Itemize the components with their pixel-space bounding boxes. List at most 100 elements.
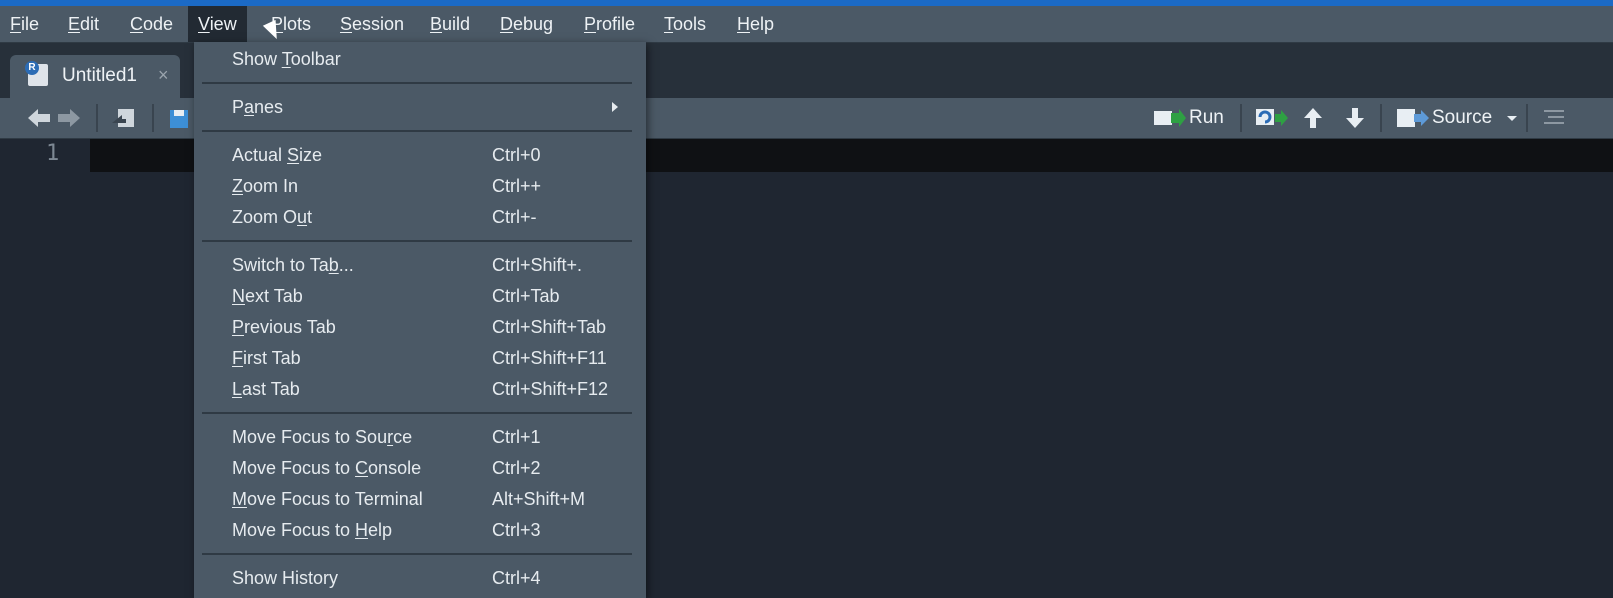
- menu-item-shortcut: Ctrl+0: [492, 145, 541, 165]
- label-mnemonic: C: [355, 458, 369, 478]
- label-part: Actual: [232, 145, 288, 165]
- menu-item-label: First Tab: [232, 348, 301, 369]
- back-arrow-icon[interactable]: [26, 106, 52, 130]
- menu-bar: File Edit Code View Plots Session Build Debug Pr…: [0, 6, 1613, 43]
- menu-label-rest: uild: [442, 14, 471, 34]
- menu-item-label: Zoom In: [232, 176, 298, 197]
- label-part: ast Tab: [242, 379, 300, 399]
- label-mnemonic: H: [355, 520, 369, 540]
- menu-item-label: Actual Size: [232, 145, 322, 166]
- rerun-icon[interactable]: [1255, 106, 1289, 130]
- view-menu-item[interactable]: Previous Tab Ctrl+Shift+Tab: [194, 312, 646, 342]
- label-part: ext Tab: [245, 286, 303, 306]
- view-menu-item[interactable]: Panes: [194, 92, 646, 122]
- menu-view[interactable]: View: [188, 6, 247, 42]
- menu-item-label: Next Tab: [232, 286, 303, 307]
- menu-item-label: Previous Tab: [232, 317, 336, 338]
- submenu-arrow-icon: [612, 102, 618, 112]
- label-part: elp: [368, 520, 393, 540]
- line-gutter: 1: [0, 139, 88, 598]
- view-menu-item[interactable]: Last Tab Ctrl+Shift+F12: [194, 374, 646, 404]
- menu-item-label: Switch to Tab...: [232, 255, 354, 276]
- menu-edit[interactable]: Edit: [58, 6, 109, 42]
- menu-item-shortcut: Ctrl+4: [492, 568, 541, 588]
- menu-separator: [202, 240, 632, 242]
- menu-file[interactable]: File: [0, 6, 49, 42]
- menu-label-rest: ebug: [513, 14, 554, 34]
- run-button[interactable]: Run: [1189, 107, 1224, 129]
- document-outline-icon[interactable]: [1542, 106, 1566, 130]
- menu-debug[interactable]: Debug: [490, 6, 563, 42]
- menu-item-shortcut: Ctrl++: [492, 176, 542, 196]
- menu-label-rest: dit: [80, 14, 100, 34]
- forward-arrow-icon[interactable]: [56, 106, 82, 130]
- menu-label-rest: ode: [143, 14, 174, 34]
- source-icon[interactable]: [1396, 106, 1430, 130]
- menu-code[interactable]: Code: [120, 6, 183, 42]
- view-menu-item[interactable]: Move Focus to Source Ctrl+1: [194, 422, 646, 452]
- source-dropdown-chevron-icon[interactable]: [1505, 106, 1519, 130]
- menu-mnemonic: P: [584, 14, 597, 34]
- menu-mnemonic: B: [430, 14, 443, 34]
- menu-item-label: Zoom Out: [232, 207, 312, 228]
- menu-mnemonic: C: [130, 14, 143, 34]
- menu-tools[interactable]: Tools: [654, 6, 716, 42]
- view-menu-item[interactable]: Move Focus to Help Ctrl+3: [194, 515, 646, 545]
- menu-item-shortcut: Ctrl+Tab: [492, 286, 560, 306]
- show-in-window-icon[interactable]: [110, 106, 136, 130]
- label-part: ove Focus to Terminal: [247, 489, 423, 509]
- view-menu-item[interactable]: Zoom In Ctrl++: [194, 171, 646, 201]
- label-mnemonic: u: [297, 207, 308, 227]
- label-mnemonic: Z: [232, 176, 243, 196]
- label-mnemonic: T: [281, 49, 291, 69]
- label-part: Zoom O: [232, 207, 298, 227]
- menu-item-label: Show History: [232, 568, 338, 589]
- run-icon[interactable]: [1153, 106, 1187, 130]
- menu-label-rest: elp: [750, 14, 775, 34]
- view-menu-item[interactable]: Next Tab Ctrl+Tab: [194, 281, 646, 311]
- menu-item-label: Move Focus to Console: [232, 458, 421, 479]
- label-part: Show History: [232, 568, 339, 588]
- menu-separator: [202, 130, 632, 132]
- label-mnemonic: M: [232, 489, 247, 509]
- menu-mnemonic: S: [340, 14, 353, 34]
- menu-separator: [202, 412, 632, 414]
- label-part: Switch to Ta: [232, 255, 329, 275]
- view-menu-item[interactable]: Actual Size Ctrl+0: [194, 140, 646, 170]
- menu-help[interactable]: Help: [727, 6, 784, 42]
- menu-item-label: Move Focus to Terminal: [232, 489, 423, 510]
- label-part: revious Tab: [244, 317, 336, 337]
- label-part: Move Focus to: [232, 458, 356, 478]
- label-mnemonic: b: [328, 255, 339, 275]
- arrow-up-icon[interactable]: [1302, 106, 1324, 130]
- label-part: ...: [338, 255, 354, 275]
- tab-close-icon[interactable]: ×: [158, 65, 169, 86]
- menu-label-rest: ession: [352, 14, 405, 34]
- view-menu-item[interactable]: Switch to Tab... Ctrl+Shift+.: [194, 250, 646, 280]
- view-menu-item[interactable]: First Tab Ctrl+Shift+F11: [194, 343, 646, 373]
- menu-item-shortcut: Ctrl+Shift+F11: [492, 348, 607, 368]
- label-part: Move Focus to: [232, 520, 356, 540]
- label-part: ce: [393, 427, 413, 447]
- label-mnemonic: a: [244, 97, 255, 117]
- view-menu-item[interactable]: Move Focus to Terminal Alt+Shift+M: [194, 484, 646, 514]
- menu-item-shortcut: Ctrl+Shift+Tab: [492, 317, 607, 337]
- label-part: nes: [254, 97, 284, 117]
- menu-build[interactable]: Build: [420, 6, 480, 42]
- menu-session[interactable]: Session: [330, 6, 414, 42]
- view-menu-item[interactable]: Zoom Out Ctrl+-: [194, 202, 646, 232]
- view-menu-item[interactable]: Move Focus to Console Ctrl+2: [194, 453, 646, 483]
- label-part: t: [307, 207, 313, 227]
- source-button[interactable]: Source: [1432, 107, 1492, 129]
- tab-untitled1[interactable]: R Untitled1 ×: [10, 55, 180, 98]
- menu-label-rest: ools: [673, 14, 707, 34]
- label-mnemonic: P: [232, 317, 245, 337]
- menu-mnemonic: V: [198, 14, 210, 34]
- view-menu-item[interactable]: Show History Ctrl+4: [194, 563, 646, 593]
- toolbar-separator: [152, 104, 154, 132]
- arrow-down-icon[interactable]: [1344, 106, 1366, 130]
- menu-profile[interactable]: Profile: [574, 6, 645, 42]
- menu-label-rest: rofile: [596, 14, 636, 34]
- view-menu-item[interactable]: Show Toolbar: [194, 44, 646, 74]
- save-icon[interactable]: [168, 106, 190, 130]
